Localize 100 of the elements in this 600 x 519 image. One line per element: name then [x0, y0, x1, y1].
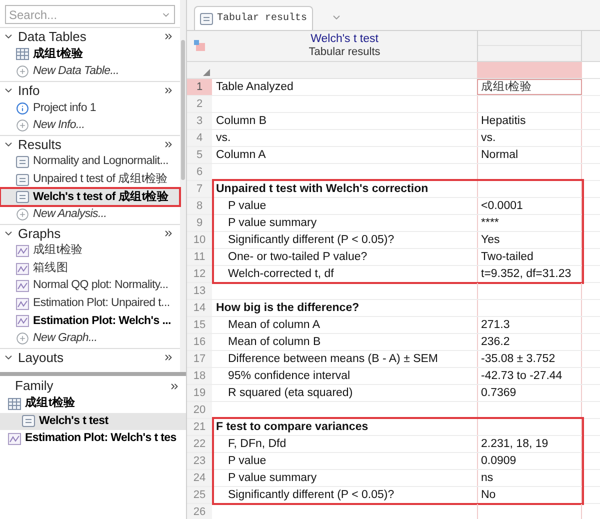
table-cell: Hepatitis: [477, 113, 582, 129]
plus-icon: [16, 119, 29, 132]
row-label: R squared (eta squared): [227, 386, 354, 401]
table-cell: <0.0001: [477, 198, 582, 214]
row-number: 25: [187, 487, 212, 503]
table-cell: Two-tailed: [477, 249, 582, 265]
plus-icon: [16, 332, 29, 346]
row-label: Welch-corrected t, df: [227, 267, 335, 282]
table-cell: -42.73 to -27.44: [477, 368, 582, 384]
navigator-item[interactable]: 箱线图: [0, 260, 180, 278]
section-title[interactable]: Graphs: [18, 224, 163, 244]
navigator-item[interactable]: New Analysis...: [0, 206, 180, 224]
row-label: P value summary: [227, 471, 318, 486]
info-icon: [16, 102, 29, 115]
row-label: F test to compare variances: [215, 420, 370, 435]
table-cell: vs.: [477, 130, 582, 146]
navigator-item[interactable]: New Info...: [0, 116, 180, 135]
row-label: Mean of column B: [227, 335, 322, 350]
table-cell: Normal: [477, 147, 582, 163]
row-number: 18: [187, 368, 212, 384]
table-cell: Yes: [477, 232, 582, 248]
double-chevron-icon[interactable]: [163, 31, 174, 42]
corner-triangle-icon: [203, 69, 210, 76]
sheet-tab[interactable]: Tabular results: [194, 6, 314, 30]
table-cell: No: [477, 487, 582, 503]
row-number: 6: [187, 164, 212, 180]
section-title[interactable]: Info: [18, 80, 163, 100]
double-chevron-icon[interactable]: [163, 352, 174, 363]
document-icon: [200, 12, 213, 24]
row-number: 23: [187, 453, 212, 469]
row-number: 1: [187, 79, 212, 95]
row-label: 95% confidence interval: [227, 369, 352, 384]
navigator-item[interactable]: Welch's t test: [0, 412, 186, 430]
table-grid-icon: [8, 398, 21, 410]
line-graph-icon: [16, 298, 29, 310]
section-title[interactable]: Layouts: [18, 348, 163, 368]
navigator-item[interactable]: Estimation Plot: Welch's ...: [0, 312, 180, 330]
row-number: 15: [187, 317, 212, 333]
row-number: 26: [187, 504, 212, 519]
row-label: One- or two-tailed P value?: [227, 250, 368, 265]
row-label: Unpaired t test with Welch's correction: [215, 182, 430, 197]
row-number: 2: [187, 96, 212, 112]
row-number: 9: [187, 215, 212, 231]
section-title[interactable]: Data Tables: [18, 27, 163, 47]
double-chevron-icon[interactable]: [163, 85, 174, 96]
row-label: Column A: [215, 148, 267, 163]
table-cell: 0.0909: [477, 453, 582, 469]
line-graph-icon: [16, 244, 29, 257]
row-number: 12: [187, 266, 212, 282]
row-number: 5: [187, 147, 212, 163]
table-cell: 271.3: [477, 317, 582, 333]
row-label: Mean of column A: [227, 318, 322, 333]
table-cell: 236.2: [477, 334, 582, 350]
sheet-corner-icon: [194, 40, 206, 52]
table-cell: 成组t检验: [477, 79, 582, 95]
section-title[interactable]: Results: [18, 134, 163, 154]
table-cell: t=9.352, df=31.23: [477, 266, 582, 282]
document-icon: [16, 156, 29, 168]
row-number: 17: [187, 351, 212, 367]
navigator-item[interactable]: 成组t检验: [0, 242, 180, 260]
row-label: P value: [227, 199, 268, 214]
navigator-item[interactable]: 成组t检验: [0, 395, 186, 413]
scrollbar[interactable]: [180, 0, 186, 372]
double-chevron-icon[interactable]: [169, 380, 180, 392]
navigator-item[interactable]: 成组t检验: [0, 46, 180, 64]
navigator-item[interactable]: Project info 1: [0, 99, 180, 117]
row-number: 11: [187, 249, 212, 265]
line-graph-icon: [16, 315, 29, 328]
row-label: Column B: [215, 114, 268, 129]
row-number: 10: [187, 232, 212, 248]
row-label: F, DFn, Dfd: [227, 437, 288, 452]
row-number: 7: [187, 181, 212, 197]
search-field[interactable]: Search...: [5, 5, 175, 24]
line-graph-icon: [8, 432, 21, 445]
row-number: 13: [187, 283, 212, 299]
navigator-item[interactable]: Estimation Plot: Welch's t tes: [0, 430, 186, 448]
row-number: 4: [187, 130, 212, 146]
table-cell: ns: [477, 470, 582, 486]
row-label: Significantly different (P < 0.05)?: [227, 233, 396, 248]
plus-icon: [16, 65, 29, 78]
row-label: Significantly different (P < 0.05)?: [227, 488, 396, 503]
row-number: 19: [187, 385, 212, 401]
table-grid-icon: [16, 48, 29, 60]
document-icon: [16, 191, 29, 204]
row-label: Table Analyzed: [215, 80, 294, 95]
double-chevron-icon[interactable]: [163, 228, 174, 239]
double-chevron-icon[interactable]: [163, 138, 174, 150]
row-number: 22: [187, 436, 212, 452]
navigator-item[interactable]: Normal QQ plot: Normality...: [0, 277, 180, 295]
row-number: 16: [187, 334, 212, 350]
navigator-item[interactable]: Normality and Lognormalit...: [0, 153, 180, 171]
navigator-item[interactable]: Welch's t test of 成组t检验: [0, 188, 180, 206]
navigator-item[interactable]: New Graph...: [0, 330, 180, 348]
row-number: 14: [187, 300, 212, 316]
navigator-item[interactable]: New Data Table...: [0, 63, 180, 81]
row-label: How big is the difference?: [215, 301, 360, 316]
navigator-item[interactable]: Estimation Plot: Unpaired t...: [0, 294, 180, 312]
navigator-item[interactable]: Unpaired t test of 成组t检验: [0, 170, 180, 188]
sheet-subtitle: Tabular results: [308, 46, 380, 59]
row-number: 24: [187, 470, 212, 486]
